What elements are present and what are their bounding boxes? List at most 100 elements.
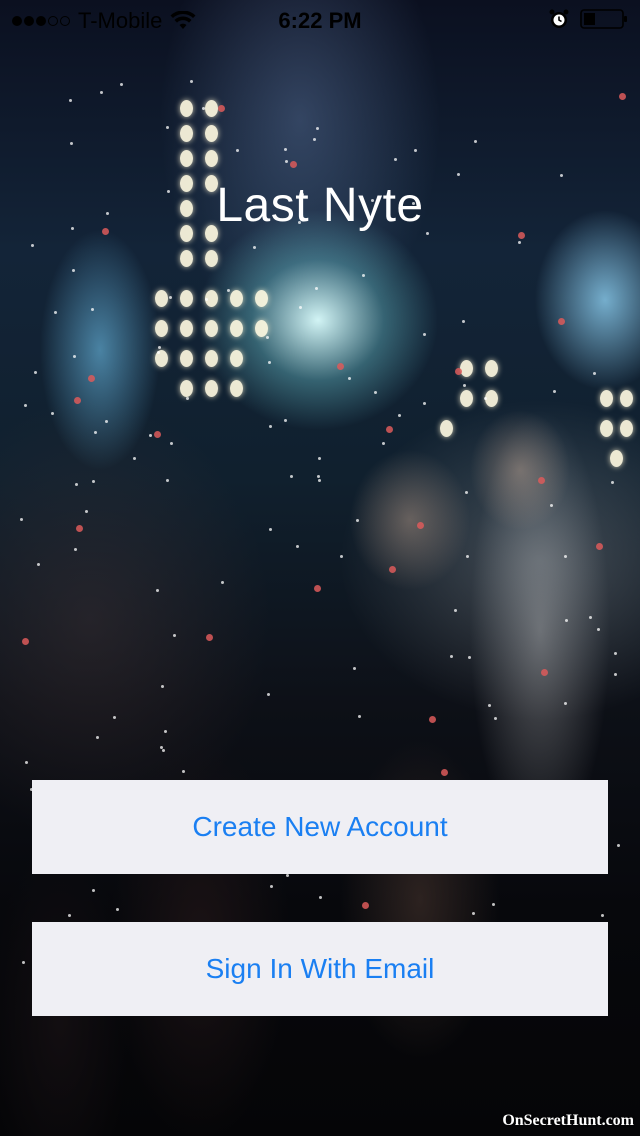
- confetti-speck: [398, 414, 401, 417]
- confetti-speck: [492, 903, 495, 906]
- confetti-speck: [450, 655, 453, 658]
- confetti-speck: [154, 431, 161, 438]
- stage-light-bulb: [255, 320, 268, 337]
- confetti-speck: [158, 346, 161, 349]
- stage-light-bulb: [610, 450, 623, 467]
- stage-light-bulb: [205, 125, 218, 142]
- stage-light-bulb: [180, 350, 193, 367]
- confetti-speck: [73, 355, 76, 358]
- stage-light-bulb: [230, 290, 243, 307]
- confetti-speck: [518, 241, 521, 244]
- confetti-speck: [466, 555, 469, 558]
- app-title: Last Nyte: [216, 179, 424, 232]
- confetti-speck: [51, 412, 54, 415]
- confetti-speck: [564, 555, 567, 558]
- confetti-speck: [206, 634, 213, 641]
- confetti-speck: [160, 746, 163, 749]
- confetti-speck: [31, 244, 34, 247]
- confetti-speck: [74, 548, 77, 551]
- confetti-speck: [149, 434, 152, 437]
- stage-light-bulb: [155, 320, 168, 337]
- confetti-speck: [182, 770, 185, 773]
- confetti-speck: [465, 491, 468, 494]
- stage-light-bulb: [205, 350, 218, 367]
- confetti-speck: [614, 652, 617, 655]
- status-time: 6:22 PM: [278, 8, 362, 33]
- confetti-speck: [25, 761, 28, 764]
- confetti-speck: [186, 397, 189, 400]
- stage-light-bulb: [440, 420, 453, 437]
- confetti-speck: [316, 127, 319, 130]
- confetti-speck: [596, 543, 603, 550]
- confetti-speck: [417, 522, 424, 529]
- confetti-speck: [227, 289, 230, 292]
- stage-light-bulb: [255, 290, 268, 307]
- confetti-speck: [414, 149, 417, 152]
- stage-light-bulb: [180, 125, 193, 142]
- confetti-speck: [299, 306, 302, 309]
- confetti-speck: [72, 269, 75, 272]
- confetti-speck: [589, 616, 592, 619]
- confetti-speck: [76, 525, 83, 532]
- stage-light-bulb: [460, 360, 473, 377]
- confetti-speck: [266, 336, 269, 339]
- confetti-speck: [75, 483, 78, 486]
- confetti-speck: [218, 105, 225, 112]
- confetti-speck: [474, 140, 477, 143]
- sign-in-email-label: Sign In With Email: [205, 953, 435, 984]
- confetti-speck: [92, 889, 95, 892]
- confetti-speck: [169, 296, 172, 299]
- confetti-speck: [296, 545, 299, 548]
- confetti-speck: [253, 246, 256, 249]
- confetti-speck: [455, 368, 462, 375]
- status-bar: T-Mobile 6:22 PM: [0, 0, 640, 40]
- confetti-speck: [290, 475, 293, 478]
- confetti-speck: [462, 320, 465, 323]
- confetti-speck: [394, 158, 397, 161]
- confetti-speck: [463, 384, 466, 387]
- confetti-speck: [386, 426, 393, 433]
- confetti-speck: [100, 91, 103, 94]
- stage-light-bulb: [600, 420, 613, 437]
- confetti-speck: [382, 442, 385, 445]
- confetti-speck: [113, 716, 116, 719]
- confetti-speck: [156, 589, 159, 592]
- stage-light-bulb: [205, 150, 218, 167]
- confetti-speck: [468, 656, 471, 659]
- confetti-speck: [553, 390, 556, 393]
- stage-light-bulb: [205, 250, 218, 267]
- stage-light-bulb: [180, 320, 193, 337]
- confetti-speck: [70, 142, 73, 145]
- sign-in-email-button[interactable]: Sign In With Email: [32, 922, 608, 1016]
- crowd-silhouettes: [0, 380, 640, 1136]
- stage-light-bulb: [180, 100, 193, 117]
- confetti-speck: [472, 912, 475, 915]
- confetti-speck: [315, 287, 318, 290]
- confetti-speck: [314, 585, 321, 592]
- confetti-speck: [565, 619, 568, 622]
- confetti-speck: [267, 693, 270, 696]
- stage-light-bulb: [180, 380, 193, 397]
- confetti-speck: [74, 397, 81, 404]
- confetti-speck: [318, 457, 321, 460]
- confetti-speck: [389, 566, 396, 573]
- battery-icon: [580, 9, 627, 29]
- confetti-speck: [457, 173, 460, 176]
- stage-light-bulb: [205, 380, 218, 397]
- confetti-speck: [105, 420, 108, 423]
- confetti-speck: [518, 232, 525, 239]
- confetti-speck: [162, 749, 165, 752]
- confetti-speck: [34, 371, 37, 374]
- stage-light-bulb: [180, 290, 193, 307]
- confetti-speck: [353, 667, 356, 670]
- confetti-speck: [92, 480, 95, 483]
- create-account-button[interactable]: Create New Account: [32, 780, 608, 874]
- confetti-speck: [564, 702, 567, 705]
- stage-light-bulb: [180, 250, 193, 267]
- confetti-speck: [290, 161, 297, 168]
- confetti-speck: [541, 669, 548, 676]
- confetti-speck: [593, 372, 596, 375]
- confetti-speck: [454, 609, 457, 612]
- confetti-speck: [597, 628, 600, 631]
- confetti-speck: [601, 914, 604, 917]
